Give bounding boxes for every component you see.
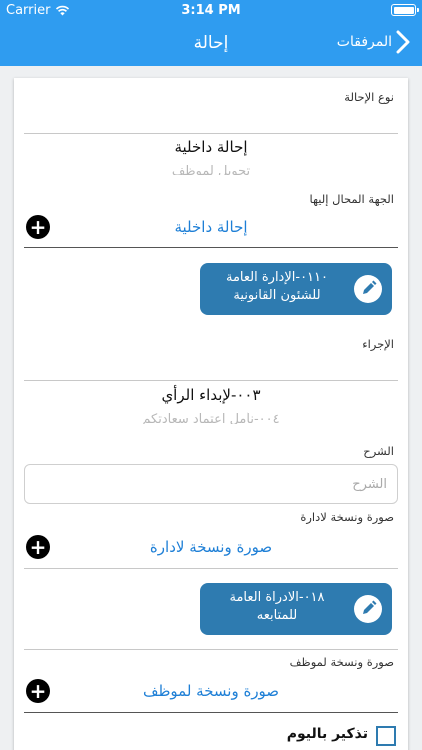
attachments-back-button[interactable]: المرفقات <box>337 30 410 54</box>
divider <box>24 133 398 134</box>
copy-to-department-label: صورة ونسخة لادارة <box>300 510 394 524</box>
pencil-icon[interactable] <box>354 275 382 303</box>
department-copy-chips: ٠١٨-الادراة العامة للمتابعه <box>24 573 398 645</box>
status-time: 3:14 PM <box>181 3 241 18</box>
referred-to-chips: ٠١١٠-الإدارة العامة للشئون القانونية <box>24 252 398 324</box>
divider <box>24 247 398 248</box>
back-button-label: المرفقات <box>336 34 392 50</box>
referral-form-card: نوع الإحالة إحالة داخلية تحويل لموظف الج… <box>14 78 408 750</box>
explanation-input[interactable] <box>24 464 398 504</box>
divider <box>24 568 398 569</box>
copy-to-department-button[interactable]: صورة ونسخة لادارة <box>14 538 408 556</box>
nav-bar: إحالة المرفقات <box>0 22 422 66</box>
procedure-next-option[interactable]: ٠٠٤-نأمل اعتماد سعادتكم <box>14 412 408 424</box>
copy-to-employee-button[interactable]: صورة ونسخة لموظف <box>14 682 408 700</box>
divider <box>24 649 398 650</box>
referral-type-next-option[interactable]: تحويل لموظف <box>14 164 408 175</box>
explanation-label: الشرح <box>363 444 394 458</box>
referred-to-chip[interactable]: ٠١١٠-الإدارة العامة للشئون القانونية <box>200 263 392 315</box>
procedure-selected[interactable]: ٠٠٣-لإبداء الرأي <box>14 386 408 404</box>
chevron-right-icon <box>396 30 410 54</box>
battery-icon <box>391 4 419 16</box>
chip-label: ٠١١٠-الإدارة العامة للشئون القانونية <box>225 270 328 303</box>
pencil-icon[interactable] <box>354 595 382 623</box>
internal-referral-button[interactable]: إحالة داخلية <box>14 218 408 236</box>
referral-type-label: نوع الإحالة <box>344 90 394 104</box>
department-copy-chip[interactable]: ٠١٨-الادراة العامة للمتابعه <box>200 583 392 635</box>
divider <box>24 380 398 381</box>
chip-label: ٠١٨-الادراة العامة للمتابعه <box>229 590 325 623</box>
copy-to-employee-label: صورة ونسخة لموظف <box>289 655 394 669</box>
procedure-label: الإجراء <box>362 337 394 351</box>
status-bar: Carrier 3:14 PM <box>0 0 422 22</box>
remind-today-checkbox[interactable] <box>376 726 396 746</box>
referral-type-selected[interactable]: إحالة داخلية <box>14 138 408 156</box>
referred-to-label: الجهة المحال إليها <box>309 192 394 206</box>
remind-today-label: تذكير باليوم <box>286 726 368 742</box>
divider <box>24 712 398 713</box>
